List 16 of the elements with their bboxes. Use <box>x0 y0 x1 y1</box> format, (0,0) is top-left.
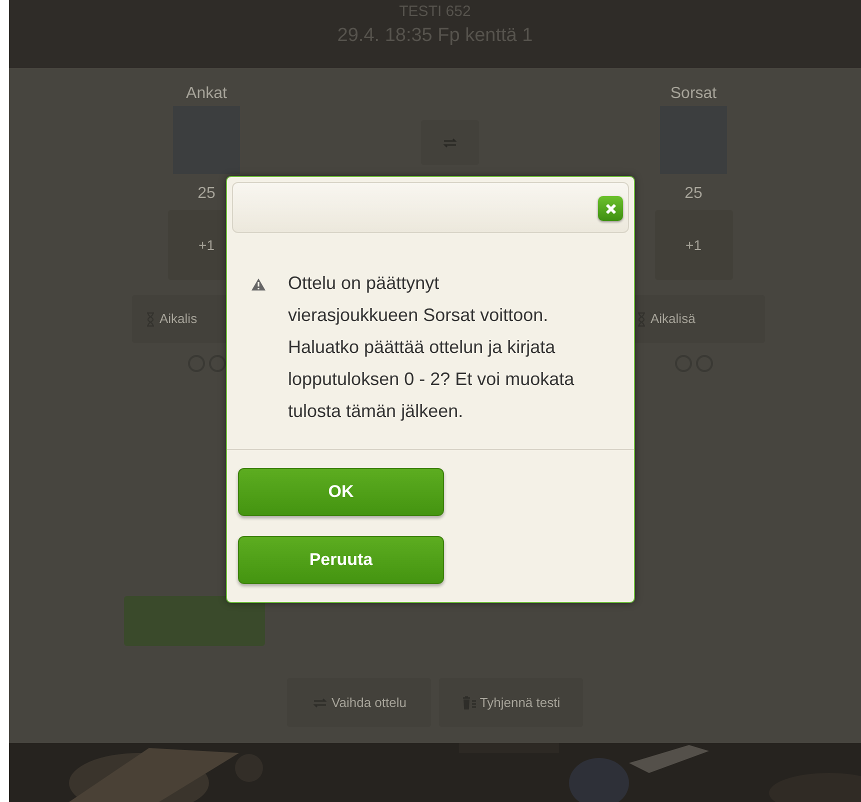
close-button[interactable] <box>598 196 623 221</box>
score: 25 <box>198 184 216 204</box>
team-name: Ankat <box>186 84 227 104</box>
cancel-button[interactable]: Peruuta <box>238 536 444 584</box>
swap-icon <box>442 138 458 148</box>
action-button[interactable]: Tyhjennä testi <box>439 678 583 727</box>
ok-button[interactable]: OK <box>238 468 444 516</box>
action-button[interactable]: Vaihda ottelu <box>287 678 431 727</box>
close-icon <box>604 202 616 214</box>
team-name: Sorsat <box>670 84 717 104</box>
hourglass-icon <box>636 312 646 326</box>
score: 25 <box>684 184 702 204</box>
start-button[interactable] <box>124 596 265 646</box>
add-point-button[interactable]: +1 <box>654 210 732 280</box>
dialog-message: Ottelu on päättynyt vierasjoukkueen Sorsat voittoon. Haluatko päättää ottelun ja kirjata lopputuloksen 0 - 2? Et voi muokata tulosta tämän jälkeen. <box>288 272 574 423</box>
warning-icon <box>251 278 266 291</box>
